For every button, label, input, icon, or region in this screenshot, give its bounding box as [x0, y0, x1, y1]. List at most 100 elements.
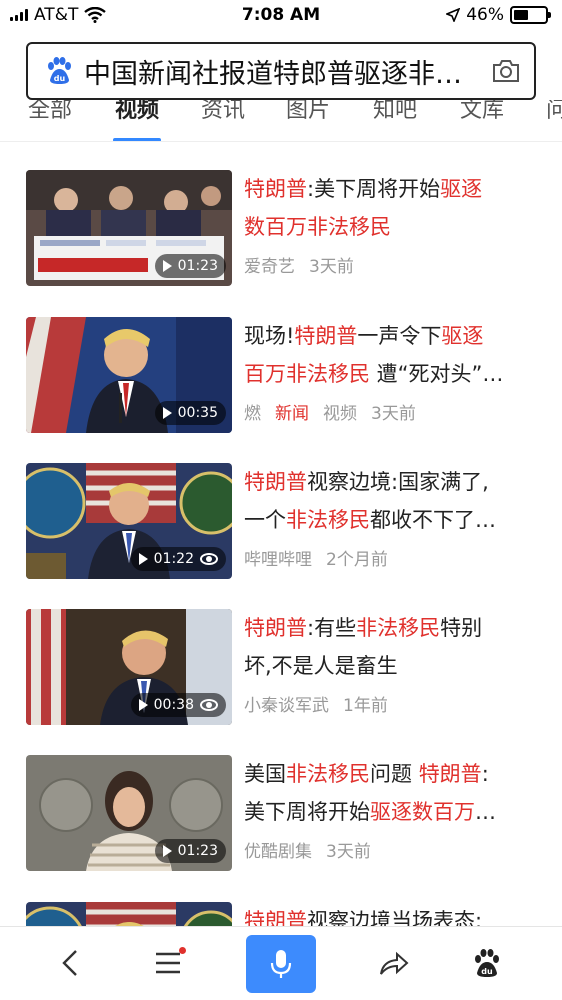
title-text: 问题	[370, 762, 419, 786]
video-source: 哔哩哔哩	[244, 550, 312, 570]
battery-percent: 46%	[466, 5, 504, 25]
play-icon	[138, 699, 148, 711]
video-thumbnail[interactable]: 00:35	[26, 317, 232, 433]
back-button[interactable]	[44, 937, 96, 989]
duration-badge: 00:35	[154, 401, 226, 425]
notification-dot	[179, 947, 186, 954]
voice-search-button[interactable]	[246, 935, 316, 993]
video-time: 3天前	[371, 404, 416, 424]
keyword-highlight: 驱逐	[440, 177, 483, 201]
eye-icon	[200, 553, 218, 565]
menu-button[interactable]	[142, 937, 194, 989]
title-text: 燃	[244, 404, 261, 424]
svg-text:du: du	[481, 967, 493, 976]
title-text: 一声令下	[357, 324, 442, 348]
video-thumbnail[interactable]: 01:23	[26, 170, 232, 286]
menu-icon	[156, 952, 180, 974]
video-title[interactable]: 美国非法移民问题 特朗普: 美下周将开始驱逐数百万…	[244, 755, 544, 831]
title-text: :美下周将开始	[307, 177, 441, 201]
tab-more[interactable]: 问	[546, 100, 562, 124]
tab-images[interactable]: 图片	[286, 100, 330, 124]
title-line-1: 特朗普:有些非法移民特别	[244, 609, 544, 647]
duration-badge: 00:38	[130, 693, 226, 717]
title-text: 都收不下了…	[370, 508, 496, 532]
video-result-card[interactable]: 00:35 现场!特朗普一声令下驱逐百万非法移民 遭“死对头”… 燃新闻 视频 3天前	[26, 317, 546, 435]
duration-badge: 01:23	[154, 254, 226, 278]
tab-zhiba[interactable]: 知吧	[373, 100, 417, 124]
search-box[interactable]: du 中国新闻社报道特郎普驱逐非法移民	[26, 42, 536, 100]
play-icon	[138, 553, 148, 565]
microphone-icon	[270, 950, 292, 978]
title-text: …	[475, 800, 496, 824]
video-duration: 01:23	[177, 258, 218, 274]
search-input[interactable]: 中国新闻社报道特郎普驱逐非法移民	[84, 52, 478, 91]
bottom-navigation: du	[0, 926, 562, 1000]
video-title[interactable]: 现场!特朗普一声令下驱逐百万非法移民 遭“死对头”…	[244, 317, 544, 393]
chevron-left-icon	[62, 950, 77, 976]
video-time: 3天前	[326, 842, 371, 862]
title-line-2: 坏,不是人是畜生	[244, 647, 544, 685]
tab-video[interactable]: 视频	[115, 100, 159, 124]
paw-icon: du	[475, 949, 499, 977]
video-info: 特朗普:有些非法移民特别 坏,不是人是畜生 小秦谈军武 1年前	[244, 609, 544, 716]
title-line-2: 数百万非法移民	[244, 208, 544, 246]
keyword-highlight: 百万非法移民	[244, 362, 370, 386]
video-thumbnail[interactable]: 01:22	[26, 463, 232, 579]
keyword-highlight: 非法移民	[286, 508, 370, 532]
video-duration: 00:35	[177, 405, 218, 421]
category-tabs: 全部 视频 资讯 图片 知吧 文库 问	[0, 100, 562, 142]
title-text: 现场!	[244, 324, 295, 348]
title-text: 美下周将开始	[244, 800, 370, 824]
video-thumbnail[interactable]: 01:23	[26, 755, 232, 871]
title-text: 一个	[244, 508, 286, 532]
video-info: 美国非法移民问题 特朗普: 美下周将开始驱逐数百万… 优酷剧集 3天前	[244, 755, 544, 862]
video-result-card[interactable]: 01:22 特朗普视察边境:国家满了, 一个非法移民都收不下了… 哔哩哔哩 2个月前	[26, 463, 546, 581]
keyword-highlight: 驱逐数百万	[370, 800, 475, 824]
keyword-highlight: 特朗普	[244, 616, 307, 640]
video-title[interactable]: 特朗普:有些非法移民特别坏,不是人是畜生	[244, 609, 544, 685]
keyword-highlight: 非法移民	[286, 762, 370, 786]
title-text: :有些	[307, 616, 357, 640]
keyword-highlight: 特朗普	[244, 470, 307, 494]
video-time: 3天前	[309, 257, 354, 277]
share-button[interactable]	[368, 937, 420, 989]
video-time: 2个月前	[326, 550, 388, 570]
keyword-highlight: 特朗普	[418, 762, 482, 786]
title-text: 遭“死对头”…	[370, 362, 504, 386]
video-source: 小秦谈军武	[244, 696, 329, 716]
play-icon	[162, 260, 172, 272]
title-line-2: 一个非法移民都收不下了…	[244, 501, 544, 539]
video-source: 燃新闻 视频	[244, 404, 357, 424]
title-text: 视频	[323, 404, 357, 424]
camera-icon[interactable]	[490, 55, 522, 87]
video-result-card[interactable]: 01:23 美国非法移民问题 特朗普: 美下周将开始驱逐数百万… 优酷剧集 3天前	[26, 755, 546, 873]
video-source: 爱奇艺	[244, 257, 295, 277]
video-title[interactable]: 特朗普视察边境:国家满了, 一个非法移民都收不下了…	[244, 463, 544, 539]
video-info: 现场!特朗普一声令下驱逐百万非法移民 遭“死对头”… 燃新闻 视频 3天前	[244, 317, 544, 424]
play-icon	[162, 407, 172, 419]
battery-icon	[510, 6, 551, 24]
video-meta: 优酷剧集 3天前	[244, 837, 544, 862]
video-info: 特朗普:美下周将开始驱逐 数百万非法移民 爱奇艺 3天前	[244, 170, 544, 277]
title-text: 坏,不是人是畜生	[244, 654, 398, 678]
video-result-card[interactable]: 01:23 特朗普:美下周将开始驱逐 数百万非法移民 爱奇艺 3天前	[26, 170, 546, 288]
eye-icon	[200, 699, 218, 711]
video-info: 特朗普视察边境:国家满了, 一个非法移民都收不下了… 哔哩哔哩 2个月前	[244, 463, 544, 570]
active-tab-indicator	[113, 138, 161, 141]
svg-text:du: du	[54, 74, 66, 83]
title-text: :	[481, 762, 489, 786]
tab-wenku[interactable]: 文库	[460, 100, 504, 124]
video-title[interactable]: 特朗普:美下周将开始驱逐 数百万非法移民	[244, 170, 544, 246]
tab-news[interactable]: 资讯	[201, 100, 245, 124]
location-icon	[446, 8, 461, 22]
play-icon	[162, 845, 172, 857]
video-result-card[interactable]: 00:38 特朗普:有些非法移民特别 坏,不是人是畜生 小秦谈军武 1年前	[26, 609, 546, 727]
video-thumbnail[interactable]: 00:38	[26, 609, 232, 725]
title-text: 美国	[244, 762, 286, 786]
baidu-home-button[interactable]: du	[461, 937, 513, 989]
tab-all[interactable]: 全部	[28, 100, 72, 124]
keyword-highlight: 新闻	[275, 404, 309, 424]
keyword-highlight: 驱逐	[441, 324, 484, 348]
video-meta: 哔哩哔哩 2个月前	[244, 545, 544, 570]
title-line-1: 现场!特朗普一声令下驱逐	[244, 317, 544, 355]
